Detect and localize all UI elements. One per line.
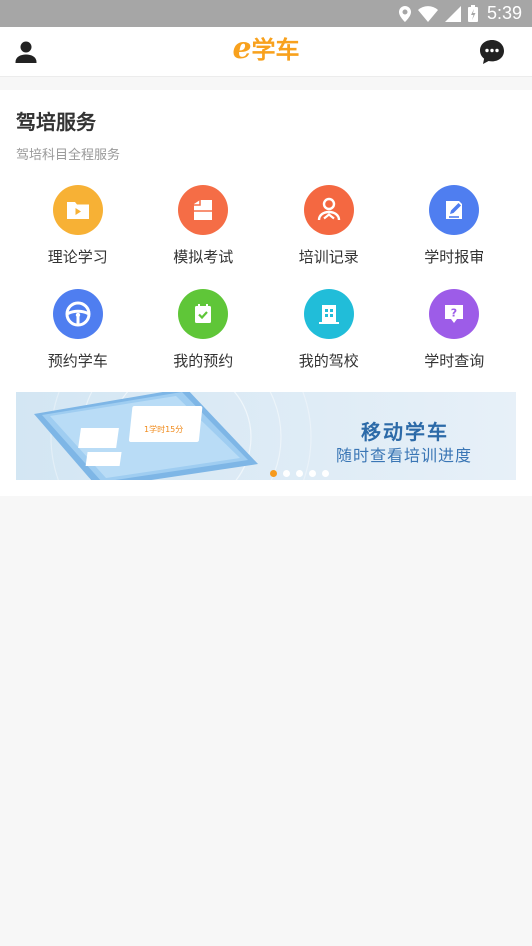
service-hours-query[interactable]: ? 学时查询 (392, 289, 518, 371)
service-label: 预约学车 (47, 352, 108, 370)
folder-play-icon (66, 202, 89, 219)
carousel-dot[interactable] (322, 470, 329, 477)
steering-wheel-icon (65, 301, 91, 327)
question-bubble-icon: ? (445, 305, 464, 323)
building-icon (318, 305, 339, 324)
carousel-indicator (270, 470, 329, 477)
service-icon-bg (303, 289, 354, 339)
logo-text: 学车 (251, 36, 300, 64)
status-icons: 5:39 (398, 0, 522, 27)
app-logo: e学车 (0, 30, 532, 66)
wifi-icon (417, 5, 438, 22)
service-mock-exam[interactable]: 模拟考试 (141, 185, 267, 267)
calendar-check-icon (195, 304, 212, 323)
service-label: 学时报审 (424, 248, 485, 266)
service-hours-review[interactable]: 学时报审 (392, 185, 518, 267)
service-my-school[interactable]: 我的驾校 (266, 289, 392, 371)
service-theory-study[interactable]: 理论学习 (15, 185, 141, 267)
status-bar: 5:39 (0, 0, 532, 27)
service-training-records[interactable]: 培训记录 (266, 185, 392, 267)
exam-paper-icon (194, 200, 213, 220)
edit-document-icon (446, 201, 463, 219)
service-label: 学时查询 (424, 352, 485, 370)
carousel-dot[interactable] (283, 470, 290, 477)
driver-icon (317, 197, 340, 221)
location-icon (398, 5, 411, 22)
service-icon-bg: ? (429, 289, 480, 339)
service-icon-bg (178, 185, 229, 235)
banner-phone-text: 1学时15分 (144, 424, 183, 434)
messages-button[interactable] (478, 38, 506, 66)
service-icon-bg (303, 185, 354, 235)
banner-subtitle: 随时查看培训进度 (336, 446, 473, 465)
service-label: 培训记录 (298, 248, 359, 266)
service-my-bookings[interactable]: 我的预约 (141, 289, 267, 371)
battery-icon (467, 5, 478, 22)
service-icon-bg (52, 289, 103, 339)
section-title: 驾培服务 (16, 110, 96, 134)
carousel-dot[interactable] (296, 470, 303, 477)
chat-bubble-icon (480, 40, 504, 64)
app-bar: e学车 (0, 27, 532, 77)
service-grid: 理论学习 模拟考试 培训记录 学时报审 预约学车 我的预约 我的驾校 ? 学时查… (15, 185, 517, 371)
service-icon-bg (178, 289, 229, 339)
service-label: 模拟考试 (173, 248, 234, 266)
status-time: 5:39 (486, 3, 522, 23)
carousel-dot[interactable] (270, 470, 277, 477)
service-label: 我的预约 (173, 352, 234, 370)
service-icon-bg (52, 185, 103, 235)
svg-text:?: ? (451, 307, 457, 320)
carousel-dot[interactable] (309, 470, 316, 477)
driving-training-card: 驾培服务 驾培科目全程服务 理论学习 模拟考试 培训记录 学时报审 预约学车 我… (0, 90, 532, 496)
promo-banner[interactable]: 1学时15分 移动学车 随时查看培训进度 (16, 392, 516, 480)
banner-title: 移动学车 (361, 420, 449, 444)
section-subtitle: 驾培科目全程服务 (16, 148, 121, 163)
service-label: 理论学习 (47, 248, 108, 266)
service-icon-bg (429, 185, 480, 235)
service-label: 我的驾校 (298, 352, 359, 370)
signal-icon (444, 5, 461, 22)
service-book-lesson[interactable]: 预约学车 (15, 289, 141, 371)
logo-letter: e (232, 31, 252, 66)
